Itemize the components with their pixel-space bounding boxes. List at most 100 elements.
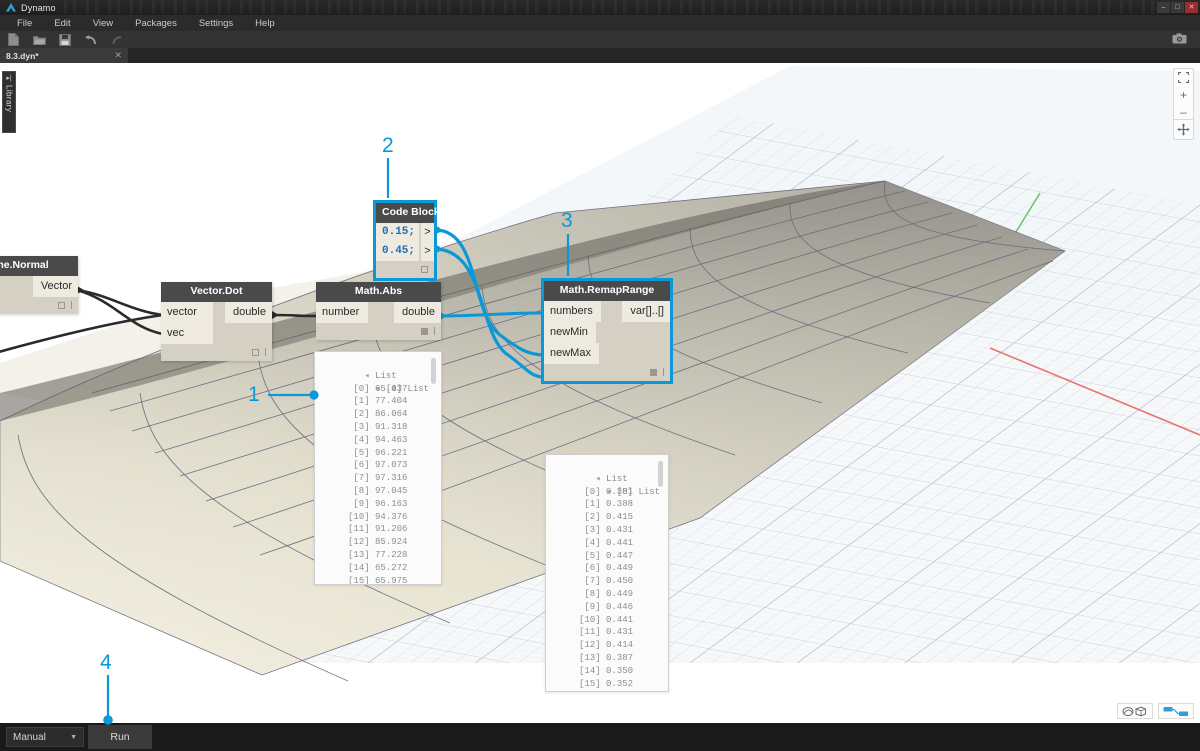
preview-root-label: ◂ List [595,473,628,484]
output-port-var[interactable]: var[]..[] [622,300,670,322]
tree-caret-icon[interactable]: ◂ [595,474,600,484]
code-block-row-1: 0.15; > [376,222,434,242]
port-row: newMax [544,342,670,364]
node-footer [316,323,441,340]
menu-settings[interactable]: Settings [188,15,244,31]
preview-item: [2] 0.415 [584,512,634,523]
node-body: 0.15; > 0.45; > [376,222,434,278]
lacing-icon[interactable] [434,327,435,336]
close-button[interactable]: ✕ [1185,2,1198,13]
pan-orbit-button[interactable] [1173,121,1194,138]
expand-panel-icon[interactable]: ▸| [6,75,11,82]
preview-item: [7] 97.316 [353,473,408,484]
input-port-numbers[interactable]: numbers [544,300,601,322]
code-output-port-2[interactable]: > [419,241,434,261]
open-file-button[interactable] [26,31,52,48]
run-button[interactable]: Run [88,725,152,749]
node-body: Vector [0,275,78,314]
zoom-out-icon: – [1180,104,1187,119]
preview-item: [12] 0.414 [579,640,634,651]
output-port-double[interactable]: double [393,301,441,323]
screenshot-button[interactable] [1166,31,1192,48]
menu-edit[interactable]: Edit [43,15,81,31]
node-footer [376,261,434,278]
preview-remaprange[interactable]: ◂ List ◂ [0] List [0] 0.351 [1] 0.388 [2… [545,454,669,692]
background-3d-preview-toggle[interactable] [1117,703,1153,719]
annotation-marker-1: 1 [248,383,260,406]
preview-scrollbar[interactable] [431,358,436,384]
preview-scrollbar[interactable] [658,461,663,487]
lacing-icon[interactable] [71,301,72,310]
preview-item: [2] 86.064 [353,409,408,420]
lacing-icon[interactable] [663,368,664,377]
preview-toggle-icon[interactable] [252,348,259,356]
annotation-marker-4: 4 [100,651,112,674]
node-title: Vector.Dot [161,282,272,302]
new-file-button[interactable] [0,31,26,48]
node-plane-normal[interactable]: ne.Normal Vector [0,256,78,314]
code-line-2[interactable]: 0.45; [376,241,420,261]
menu-help[interactable]: Help [244,15,286,31]
node-vector-dot[interactable]: Vector.Dot vector double vec [161,282,272,361]
node-code-block[interactable]: Code Block 0.15; > 0.45; > [373,200,440,281]
preview-item: [15] 0.352 [579,678,634,689]
maximize-button[interactable]: □ [1171,2,1184,13]
preview-toggle-icon[interactable] [650,368,657,376]
menu-packages[interactable]: Packages [124,15,188,31]
viewport-zoom-controls: + – [1173,68,1194,121]
preview-item: [7] 0.450 [584,576,634,587]
undo-button[interactable] [78,31,104,48]
preview-item: [9] 0.446 [584,601,634,612]
tab-close-icon[interactable]: ✕ [110,51,122,60]
zoom-out-button[interactable]: – [1173,103,1194,120]
zoom-to-fit-button[interactable] [1173,69,1194,86]
title-bar-blur-region [63,1,1157,14]
redo-button[interactable] [104,31,130,48]
output-port-double[interactable]: double [224,301,272,323]
zoom-in-button[interactable]: + [1173,86,1194,103]
new-file-icon [7,33,19,46]
camera-icon [1172,31,1187,49]
preview-item: [14] 0.350 [579,665,634,676]
input-port-number[interactable]: number [316,301,368,323]
tree-caret-icon[interactable]: ◂ [364,371,369,381]
tab-label: 8.3.dyn* [6,50,39,61]
preview-toggle-icon[interactable] [421,265,428,273]
node-math-abs[interactable]: Math.Abs number double [316,282,441,340]
output-port-vector[interactable]: Vector [32,275,78,297]
pan-orbit-icon [1177,123,1190,136]
tab-8-3-dyn[interactable]: 8.3.dyn* ✕ [0,48,128,63]
library-panel-collapsed[interactable]: ▸| Library [2,71,16,133]
save-button[interactable] [52,31,78,48]
run-mode-dropdown[interactable]: Manual ▼ [6,727,84,747]
node-workspace-canvas[interactable]: ▸| Library ne.Normal Vector Vector.Dot v… [0,63,1200,723]
menu-file[interactable]: File [6,15,43,31]
node-math-remaprange[interactable]: Math.RemapRange numbers var[]..[] newMin… [541,278,673,384]
library-label: Library [4,85,14,113]
input-port-vec[interactable]: vec [161,322,213,344]
menu-view[interactable]: View [82,15,124,31]
minimize-button[interactable]: – [1157,2,1170,13]
input-port-newmin[interactable]: newMin [544,321,596,343]
preview-toggle-icon[interactable] [421,327,428,335]
code-output-port-1[interactable]: > [419,222,434,242]
graph-view-toggle[interactable] [1158,703,1194,719]
node-body: number double [316,301,441,340]
preview-item: [4] 94.463 [353,434,408,445]
preview-toggle-icon[interactable] [58,301,65,309]
preview-item: [5] 0.447 [584,550,634,561]
port-row: numbers var[]..[] [544,300,670,322]
dynamo-application-window: Dynamo – □ ✕ File Edit View Packages Set… [0,0,1200,751]
input-port-vector[interactable]: vector [161,301,213,323]
code-line-1[interactable]: 0.15; [376,222,420,242]
node-body: numbers var[]..[] newMin newMax [544,300,670,381]
document-tab-bar: 8.3.dyn* ✕ [0,48,1200,63]
preview-item: [8] 97.045 [353,485,408,496]
code-block-row-2: 0.45; > [376,241,434,261]
geometry-preview-icon [1122,706,1148,717]
input-port-newmax[interactable]: newMax [544,342,599,364]
graph-view-icon [1163,706,1189,717]
lacing-icon[interactable] [265,348,266,357]
menu-bar: File Edit View Packages Settings Help [0,15,1200,31]
preview-math-abs[interactable]: ◂ List ◂ [0] List [0] 65.437 [1] 77.404 … [314,351,442,585]
